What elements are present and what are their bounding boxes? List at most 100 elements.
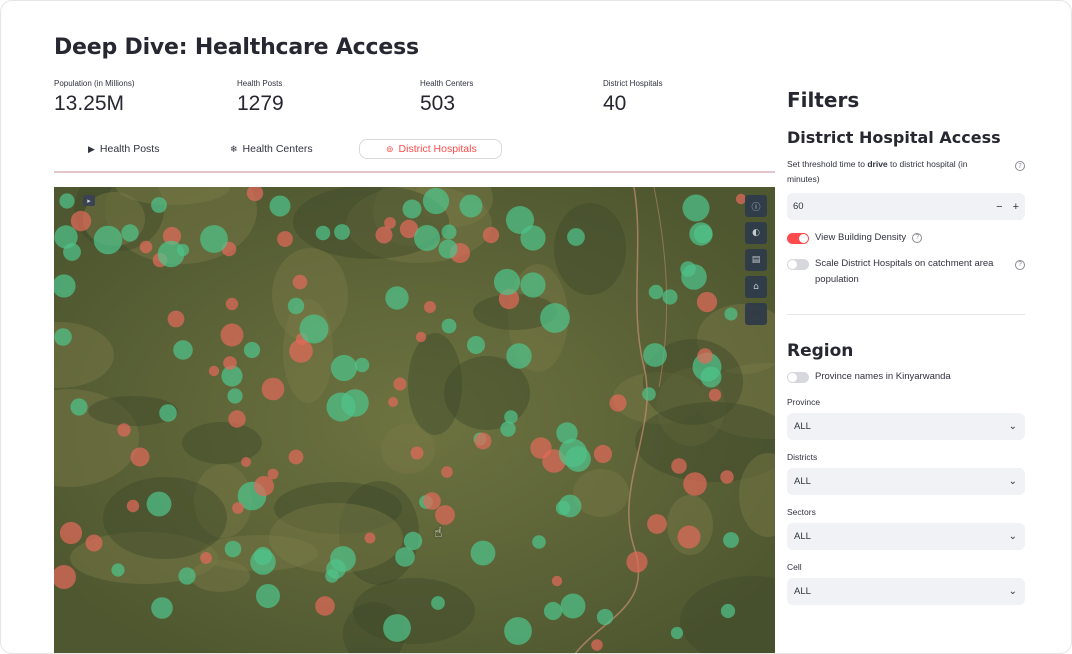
health-center-marker[interactable] (269, 195, 291, 217)
district-hospital-marker[interactable] (200, 552, 212, 564)
health-center-marker[interactable] (111, 563, 125, 577)
district-hospital-marker[interactable] (59, 521, 83, 545)
health-center-marker[interactable] (467, 336, 485, 354)
health-center-marker[interactable] (648, 284, 664, 300)
help-icon[interactable]: ? (912, 233, 923, 243)
health-center-marker[interactable] (555, 500, 571, 516)
health-center-marker[interactable] (723, 532, 739, 548)
health-center-marker[interactable] (334, 224, 350, 240)
health-center-marker[interactable] (402, 199, 422, 219)
tab-health-centers[interactable]: ❄ Health Centers (230, 139, 313, 159)
health-center-marker[interactable] (565, 446, 591, 472)
district-hospital-marker[interactable] (289, 339, 313, 363)
health-center-marker[interactable] (438, 239, 458, 259)
health-center-marker[interactable] (506, 343, 532, 369)
health-center-marker[interactable] (326, 559, 346, 579)
district-hospital-marker[interactable] (671, 458, 687, 474)
health-center-marker[interactable] (151, 197, 167, 213)
district-hospital-marker[interactable] (384, 217, 396, 229)
districts-select[interactable]: ALL ⌄ (787, 468, 1025, 495)
health-center-marker[interactable] (700, 366, 722, 388)
district-hospital-marker[interactable] (261, 377, 285, 401)
map-view[interactable]: ▸ ⓘ ◐ ▤ ⌂ EN ☝ (54, 187, 775, 653)
district-hospital-marker[interactable] (292, 274, 308, 290)
district-hospital-marker[interactable] (415, 331, 427, 343)
district-hospital-marker[interactable] (225, 297, 239, 311)
province-select[interactable]: ALL ⌄ (787, 413, 1025, 440)
map-panel-toggle[interactable]: ▸ (83, 195, 95, 206)
health-center-marker[interactable] (326, 392, 356, 422)
district-hospital-marker[interactable] (530, 437, 552, 459)
health-center-marker[interactable] (395, 547, 415, 567)
health-center-marker[interactable] (200, 225, 228, 253)
health-center-marker[interactable] (256, 584, 280, 608)
health-center-marker[interactable] (414, 225, 440, 251)
district-hospital-marker[interactable] (85, 534, 103, 552)
health-center-marker[interactable] (243, 341, 261, 359)
district-hospital-marker[interactable] (551, 575, 563, 587)
district-hospital-marker[interactable] (220, 323, 244, 347)
district-hospital-marker[interactable] (364, 532, 376, 544)
health-center-marker[interactable] (642, 387, 656, 401)
health-center-marker[interactable] (299, 314, 329, 344)
district-hospital-marker[interactable] (424, 301, 436, 313)
district-hospital-marker[interactable] (232, 502, 244, 514)
health-center-marker[interactable] (93, 225, 123, 255)
health-center-marker[interactable] (151, 597, 173, 619)
health-center-marker[interactable] (121, 224, 139, 242)
health-center-marker[interactable] (724, 307, 738, 321)
province-names-toggle[interactable] (787, 372, 809, 383)
health-center-marker[interactable] (146, 491, 172, 517)
district-hospital-marker[interactable] (441, 466, 453, 478)
district-hospital-marker[interactable] (591, 639, 603, 651)
district-hospital-marker[interactable] (228, 410, 246, 428)
district-hospital-marker[interactable] (139, 240, 153, 254)
district-hospital-marker[interactable] (117, 423, 131, 437)
district-hospital-marker[interactable] (388, 397, 398, 407)
health-center-marker[interactable] (540, 303, 570, 333)
health-center-marker[interactable] (720, 603, 736, 619)
health-center-marker[interactable] (54, 328, 72, 346)
health-center-marker[interactable] (354, 357, 370, 373)
district-hospital-marker[interactable] (683, 472, 707, 496)
tab-district-hospitals[interactable]: ⊚ District Hospitals (359, 139, 502, 159)
increment-button[interactable]: + (1013, 201, 1019, 213)
tab-health-posts[interactable]: ▶ Health Posts (88, 139, 159, 159)
cell-select[interactable]: ALL ⌄ (787, 578, 1025, 605)
district-hospital-marker[interactable] (423, 492, 441, 510)
health-center-marker[interactable] (459, 194, 483, 218)
district-hospital-marker[interactable] (696, 291, 718, 313)
district-hospital-marker[interactable] (697, 348, 713, 364)
health-center-marker[interactable] (227, 388, 243, 404)
health-center-marker[interactable] (596, 608, 614, 626)
health-center-marker[interactable] (159, 404, 177, 422)
district-hospital-marker[interactable] (277, 231, 293, 247)
health-center-marker[interactable] (385, 286, 409, 310)
district-hospital-marker[interactable] (167, 310, 185, 328)
building-density-toggle[interactable] (787, 233, 809, 244)
health-center-marker[interactable] (681, 264, 707, 290)
district-hospital-marker[interactable] (130, 447, 150, 467)
district-hospital-marker[interactable] (126, 499, 140, 513)
language-en-button[interactable]: EN (745, 303, 767, 325)
district-hospital-marker[interactable] (609, 394, 627, 412)
district-hospital-marker[interactable] (254, 476, 274, 496)
health-center-marker[interactable] (441, 224, 457, 240)
sectors-select[interactable]: ALL ⌄ (787, 523, 1025, 550)
health-center-marker[interactable] (178, 567, 196, 585)
district-hospital-marker[interactable] (593, 444, 613, 464)
district-hospital-marker[interactable] (223, 356, 237, 370)
health-center-marker[interactable] (643, 343, 667, 367)
district-hospital-marker[interactable] (241, 457, 251, 467)
health-center-marker[interactable] (176, 243, 190, 257)
health-center-marker[interactable] (543, 601, 563, 621)
health-center-marker[interactable] (54, 225, 78, 249)
layers-icon[interactable]: ◐ (745, 222, 767, 244)
health-center-marker[interactable] (470, 540, 496, 566)
health-center-marker[interactable] (315, 225, 331, 241)
health-center-marker[interactable] (493, 268, 521, 296)
district-hospital-marker[interactable] (626, 551, 648, 573)
map-outline-icon[interactable]: ⌂ (745, 276, 767, 298)
district-hospital-marker[interactable] (70, 210, 92, 232)
district-hospital-marker[interactable] (435, 505, 455, 525)
